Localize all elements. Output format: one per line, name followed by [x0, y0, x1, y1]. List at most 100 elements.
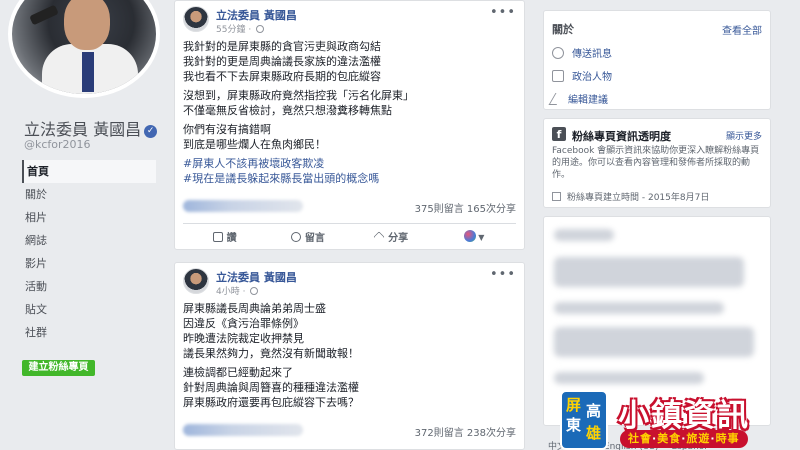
- post-time-text: 55分鐘: [216, 25, 246, 35]
- messenger-icon: [552, 47, 564, 59]
- share-arrow-icon: [373, 231, 385, 243]
- post-timestamp[interactable]: 4小時 ·: [216, 284, 259, 297]
- globe-icon: [250, 287, 259, 295]
- post-line: 昨晚遭法院裁定收押禁見: [183, 332, 304, 345]
- post-card: 立法委員 黃國昌 55分鐘 · ••• 我針對的是屏東縣的貪官污吏與政商勾結 我…: [174, 0, 525, 250]
- page-handle[interactable]: @kcfor2016: [24, 138, 91, 151]
- blurred-block: [554, 327, 754, 357]
- post-author-avatar[interactable]: [183, 6, 209, 32]
- comment-button[interactable]: 留言: [266, 229, 349, 244]
- post-header: 立法委員 黃國昌 4小時 · •••: [175, 263, 524, 301]
- more-options-icon[interactable]: •••: [490, 5, 516, 20]
- watermark-char: 雄: [586, 424, 602, 442]
- blurred-line: [554, 229, 614, 241]
- comment-icon: [290, 232, 301, 242]
- post-stats: 375則留言 165次分享: [183, 197, 516, 217]
- category-link[interactable]: 政治人物: [552, 68, 612, 83]
- watermark-tag: 美食: [657, 432, 682, 445]
- comments-shares-count[interactable]: 372則留言 238次分享: [415, 424, 516, 439]
- verified-badge-icon: ✓: [144, 125, 158, 138]
- post-line: 針對周典論與周簪喜的種種違法濫權: [183, 381, 359, 394]
- watermark-badge: 屏 高 東 雄: [560, 390, 608, 450]
- nav-item-posts[interactable]: 貼文: [22, 298, 156, 321]
- post-line: 議長果然夠力，竟然沒有新聞敢報！: [183, 347, 359, 360]
- watermark-tag: 旅遊: [686, 432, 711, 445]
- see-all-link[interactable]: 查看全部: [722, 22, 762, 37]
- nav-item-home[interactable]: 首頁: [22, 160, 156, 183]
- pencil-icon: [548, 93, 564, 105]
- transparency-title: 粉絲專頁資訊透明度: [572, 130, 671, 143]
- about-title: 關於: [552, 23, 574, 36]
- send-message-link[interactable]: 傳送訊息: [552, 45, 612, 60]
- nav-item-about[interactable]: 關於: [22, 183, 156, 206]
- post-body: 我針對的是屏東縣的貪官污吏與政商勾結 我針對的更是周典論議長家族的違法濫權 我也…: [175, 39, 524, 186]
- hashtag-link[interactable]: #現在是議長躲起來縣長當出頭的概念嗎: [183, 172, 379, 185]
- reactions-summary[interactable]: [183, 200, 303, 212]
- post-line: 因違反《貪污治罪條例》: [183, 317, 304, 330]
- post-paragraph: 連檢調都已經動起來了 針對周典論與周簪喜的種種違法濫權 屏東縣政府還要再包庇縱容…: [183, 365, 516, 410]
- post-author-name[interactable]: 立法委員 黃國昌: [216, 7, 297, 23]
- page-transparency-card: f 粉絲專頁資訊透明度 顯示更多 Facebook 會顯示資訊來協助你更深入瞭解…: [543, 118, 771, 208]
- reactions-summary[interactable]: [183, 424, 303, 436]
- watermark-logo: 屏 高 東 雄 小鎮資訊 社會·美食·旅遊·時事: [560, 390, 800, 450]
- facebook-icon: f: [552, 127, 566, 141]
- post-paragraph: 屏東縣議長周典論弟弟周士盛 因違反《貪污治罪條例》 昨晚遭法院裁定收押禁見 議長…: [183, 301, 516, 361]
- nav-item-photos[interactable]: 相片: [22, 206, 156, 229]
- post-author-name[interactable]: 立法委員 黃國昌: [216, 269, 297, 285]
- post-line: 我針對的是屏東縣的貪官污吏與政商勾結: [183, 40, 381, 53]
- post-time-text: 4小時: [216, 287, 240, 297]
- category-label: 政治人物: [572, 72, 612, 83]
- post-line: 屏東縣議長周典論弟弟周士盛: [183, 302, 326, 315]
- reaction-selector[interactable]: ▼: [433, 230, 516, 243]
- about-card: 關於 查看全部 傳送訊息 政治人物 編輯建議: [543, 10, 771, 110]
- nav-item-community[interactable]: 社群: [22, 321, 156, 344]
- post-header: 立法委員 黃國昌 55分鐘 · •••: [175, 1, 524, 39]
- post-line: 到底是哪些爛人在魚肉鄉民！: [183, 138, 326, 151]
- nav-item-events[interactable]: 活動: [22, 275, 156, 298]
- post-line: 不僅毫無反省檢討，竟然只想潑糞移轉焦點: [183, 104, 392, 117]
- post-hashtags: #屏東人不該再被壞政客欺凌 #現在是議長躲起來縣長當出頭的概念嗎: [183, 156, 516, 186]
- post-line: 我針對的更是周典論議長家族的違法濫權: [183, 55, 381, 68]
- post-paragraph: 沒想到，屏東縣政府竟然指控我「污名化屏東」 不僅毫無反省檢討，竟然只想潑糞移轉焦…: [183, 88, 516, 118]
- watermark-title: 小鎮資訊: [618, 398, 750, 434]
- category-tag-icon: [552, 70, 564, 82]
- suggest-edits-link[interactable]: 編輯建議: [548, 91, 608, 106]
- blurred-line: [554, 302, 724, 314]
- watermark-tagline: 社會·美食·旅遊·時事: [620, 430, 748, 448]
- profile-tie: [82, 52, 94, 92]
- post-body: 屏東縣議長周典論弟弟周士盛 因違反《貪污治罪條例》 昨晚遭法院裁定收押禁見 議長…: [175, 301, 524, 410]
- suggest-edits-label: 編輯建議: [568, 95, 608, 106]
- watermark-char: 屏: [566, 396, 582, 414]
- flag-icon: [552, 192, 561, 201]
- more-options-icon[interactable]: •••: [490, 267, 516, 282]
- page-name-text: 立法委員 黃國昌: [24, 120, 142, 139]
- transparency-description: Facebook 會顯示資訊來協助你更深入瞭解粉絲專頁的用途。你可以查看內容管理…: [552, 146, 760, 180]
- post-card: 立法委員 黃國昌 4小時 · ••• 屏東縣議長周典論弟弟周士盛 因違反《貪污治…: [174, 262, 525, 450]
- like-button[interactable]: 讚: [183, 229, 266, 244]
- blurred-line: [554, 372, 704, 384]
- post-line: 屏東縣政府還要再包庇縱容下去嗎？: [183, 396, 359, 409]
- like-label: 讚: [226, 233, 237, 244]
- page-name[interactable]: 立法委員 黃國昌 ✓: [24, 116, 158, 140]
- see-more-link[interactable]: 顯示更多: [726, 129, 762, 142]
- post-timestamp[interactable]: 55分鐘 ·: [216, 22, 265, 35]
- send-message-label: 傳送訊息: [572, 49, 612, 60]
- post-line: 沒想到，屏東縣政府竟然指控我「污名化屏東」: [183, 89, 414, 102]
- nav-item-notes[interactable]: 網誌: [22, 229, 156, 252]
- post-line: 我也看不下去屏東縣政府長期的包庇縱容: [183, 70, 381, 83]
- hashtag-link[interactable]: #屏東人不該再被壞政客欺凌: [183, 157, 324, 170]
- blurred-block: [554, 257, 744, 287]
- page-created-date: 粉絲專頁建立時間 - 2015年8月7日: [552, 190, 709, 203]
- post-line: 你們有沒有搞錯啊: [183, 123, 271, 136]
- share-button[interactable]: 分享: [350, 229, 433, 244]
- post-author-avatar[interactable]: [183, 268, 209, 294]
- watermark-tag: 時事: [715, 432, 740, 445]
- reaction-picker-icon: [464, 230, 477, 242]
- comments-shares-count[interactable]: 375則留言 165次分享: [415, 200, 516, 215]
- chevron-down-icon: ▼: [478, 233, 485, 242]
- thumbs-up-icon: [212, 232, 223, 242]
- profile-picture[interactable]: [8, 0, 160, 98]
- nav-item-videos[interactable]: 影片: [22, 252, 156, 275]
- create-page-button[interactable]: 建立粉絲專頁: [22, 360, 95, 376]
- profile-face: [64, 0, 110, 50]
